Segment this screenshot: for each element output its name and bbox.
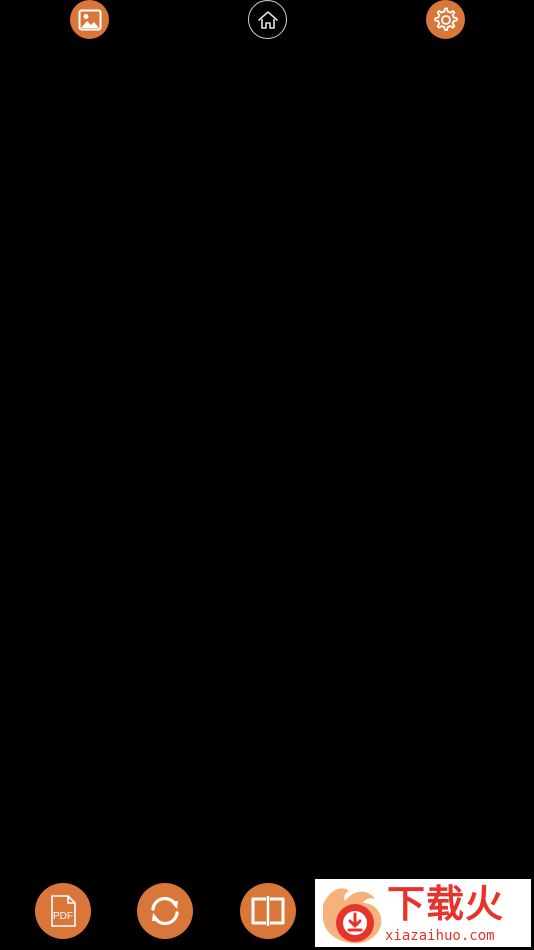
home-icon — [257, 10, 279, 30]
split-view-icon — [249, 896, 287, 926]
rotate-button[interactable] — [137, 883, 193, 939]
image-icon — [78, 9, 102, 31]
flame-logo-icon — [319, 883, 387, 947]
pdf-file-icon: PDF — [35, 883, 91, 939]
pdf-button[interactable]: PDF — [35, 883, 91, 939]
watermark-title: 下载火 — [387, 882, 505, 926]
pdf-label: PDF — [53, 911, 73, 922]
home-button[interactable] — [248, 0, 287, 39]
gallery-button[interactable] — [70, 0, 109, 39]
refresh-icon — [146, 892, 184, 930]
split-view-button[interactable] — [240, 883, 296, 939]
watermark-logo: 下载火 xiazaihuo.com — [315, 879, 531, 947]
watermark-url: xiazaihuo.com — [385, 928, 495, 944]
camera-viewfinder: PDF 下载火 xiazaihuo.com — [0, 0, 534, 950]
gear-icon — [432, 6, 460, 34]
settings-button[interactable] — [426, 0, 465, 39]
